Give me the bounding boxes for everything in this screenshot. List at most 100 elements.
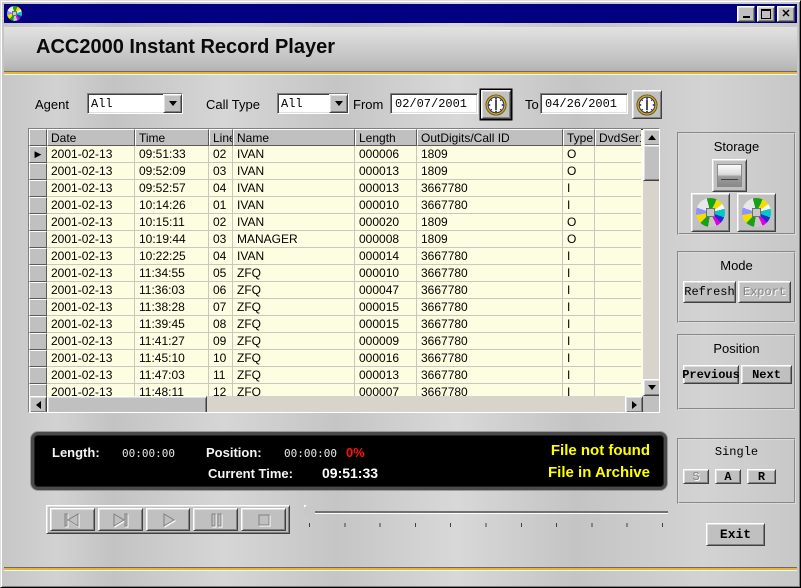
cd-storage-button-1[interactable] [691, 193, 730, 232]
column-header[interactable]: Type [563, 129, 595, 146]
maximize-button[interactable] [757, 6, 775, 22]
skip-start-icon [60, 512, 84, 528]
minimize-icon [743, 16, 750, 18]
length-label: Length: [52, 445, 100, 460]
table-row[interactable]: 2001-02-13 10:19:44 03 MANAGER 000008 18… [29, 231, 641, 248]
from-date-input[interactable]: 02/07/2001 [390, 93, 478, 114]
vertical-scrollbar[interactable] [643, 129, 659, 396]
clock-icon [636, 94, 658, 116]
scroll-right-button[interactable] [625, 396, 643, 413]
row-selector-cell [29, 367, 47, 384]
row-selector-cell [29, 299, 47, 316]
single-panel: Single S A R [677, 438, 796, 504]
table-row[interactable]: 2001-02-13 11:45:10 10 ZFQ 000016 366778… [29, 350, 641, 367]
horizontal-scroll-thumb[interactable] [47, 396, 207, 413]
table-row[interactable]: 2001-02-13 09:52:57 04 IVAN 000013 36677… [29, 180, 641, 197]
table-row[interactable]: 2001-02-13 10:22:25 04 IVAN 000014 36677… [29, 248, 641, 265]
row-selector-cell [29, 197, 47, 214]
length-value: 00:00:00 [122, 447, 175, 460]
to-date-input[interactable]: 04/26/2001 [540, 93, 628, 114]
column-header[interactable]: OutDigits/Call ID [417, 129, 563, 146]
slider-ticks [309, 523, 663, 527]
skip-end-button[interactable] [98, 508, 143, 531]
row-selector-cell [29, 333, 47, 350]
column-header[interactable]: DvdSer1 [595, 129, 641, 146]
table-row[interactable]: ▶ 2001-02-13 09:51:33 02 IVAN 000006 180… [29, 146, 641, 163]
storage-panel: Storage [677, 132, 796, 235]
seek-slider[interactable] [300, 503, 670, 529]
play-button[interactable] [146, 508, 191, 531]
call-type-combobox[interactable]: All [277, 93, 349, 114]
selector-column-header [29, 129, 47, 146]
close-button[interactable]: ✕ [777, 6, 795, 22]
table-row[interactable]: 2001-02-13 11:39:45 08 ZFQ 000015 366778… [29, 316, 641, 333]
column-header[interactable]: Name [233, 129, 355, 146]
scroll-left-button[interactable] [29, 396, 47, 413]
to-calendar-button[interactable] [632, 90, 662, 119]
column-header[interactable]: Date [47, 129, 135, 146]
vertical-scroll-thumb[interactable] [643, 145, 660, 181]
arrow-up-icon [648, 135, 656, 140]
slider-thumb[interactable] [304, 505, 315, 521]
stop-button[interactable] [241, 508, 286, 531]
row-selector-cell [29, 265, 47, 282]
single-s-button[interactable]: S [683, 469, 709, 484]
table-row[interactable]: 2001-02-13 11:38:28 07 ZFQ 000015 366778… [29, 299, 641, 316]
table-row[interactable]: 2001-02-13 11:34:55 05 ZFQ 000010 366778… [29, 265, 641, 282]
chevron-down-icon [169, 101, 177, 106]
titlebar[interactable]: ✕ [4, 4, 797, 23]
table-row[interactable]: 2001-02-13 11:36:03 06 ZFQ 000047 366778… [29, 282, 641, 299]
row-selector-cell [29, 180, 47, 197]
export-button[interactable]: Export [738, 281, 791, 303]
row-selector-cell [29, 248, 47, 265]
header-band: ACC2000 Instant Record Player [4, 27, 797, 71]
pause-button[interactable] [193, 508, 238, 531]
skip-end-icon [108, 512, 132, 528]
refresh-button[interactable]: Refresh [683, 281, 736, 303]
exit-button[interactable]: Exit [706, 523, 765, 546]
single-r-button[interactable]: R [747, 469, 776, 484]
single-a-button[interactable]: A [715, 469, 741, 484]
gold-separator-top [4, 71, 797, 75]
maximize-icon [761, 9, 771, 19]
table-body: ▶ 2001-02-13 09:51:33 02 IVAN 000006 180… [29, 146, 659, 401]
from-calendar-button[interactable] [481, 90, 511, 119]
slider-track[interactable] [308, 511, 668, 514]
scrollbar-corner [643, 396, 659, 412]
skip-start-button[interactable] [50, 508, 95, 531]
call-records-grid[interactable]: DateTimeLineNameLengthOutDigits/Call IDT… [28, 128, 660, 413]
previous-button[interactable]: Previous [683, 365, 739, 384]
call-type-dropdown-button[interactable] [329, 94, 348, 113]
agent-combobox[interactable]: All [87, 93, 183, 114]
position-percent: 0% [346, 445, 365, 460]
row-selector-cell [29, 214, 47, 231]
hard-drive-button[interactable] [712, 159, 747, 192]
gold-separator-bottom [4, 567, 797, 571]
pause-icon [204, 512, 228, 528]
column-header[interactable]: Length [355, 129, 417, 146]
table-row[interactable]: 2001-02-13 09:52:09 03 IVAN 000013 1809 … [29, 163, 641, 180]
arrow-right-icon [632, 401, 637, 409]
agent-dropdown-button[interactable] [163, 94, 182, 113]
scroll-down-button[interactable] [643, 379, 660, 396]
agent-value: All [88, 97, 163, 111]
table-row[interactable]: 2001-02-13 10:15:11 02 IVAN 000020 1809 … [29, 214, 641, 231]
column-header[interactable]: Line [209, 129, 233, 146]
cd-icon [696, 198, 725, 227]
table-row[interactable]: 2001-02-13 11:47:03 11 ZFQ 000013 366778… [29, 367, 641, 384]
minimize-button[interactable] [737, 6, 755, 22]
storage-title: Storage [679, 134, 794, 154]
agent-label: Agent [35, 97, 69, 112]
horizontal-scrollbar[interactable] [29, 396, 643, 412]
table-row[interactable]: 2001-02-13 11:41:27 09 ZFQ 000009 366778… [29, 333, 641, 350]
table-row[interactable]: 2001-02-13 10:14:26 01 IVAN 000010 36677… [29, 197, 641, 214]
status-line-1: File not found [551, 442, 650, 459]
scroll-up-button[interactable] [643, 129, 660, 146]
row-selector-cell: ▶ [29, 146, 47, 163]
clock-icon [485, 94, 507, 116]
column-header[interactable]: Time [135, 129, 209, 146]
next-button[interactable]: Next [741, 365, 792, 384]
current-time-label: Current Time: [208, 466, 293, 481]
cd-storage-button-2[interactable] [737, 193, 776, 232]
close-icon: ✕ [781, 9, 790, 19]
